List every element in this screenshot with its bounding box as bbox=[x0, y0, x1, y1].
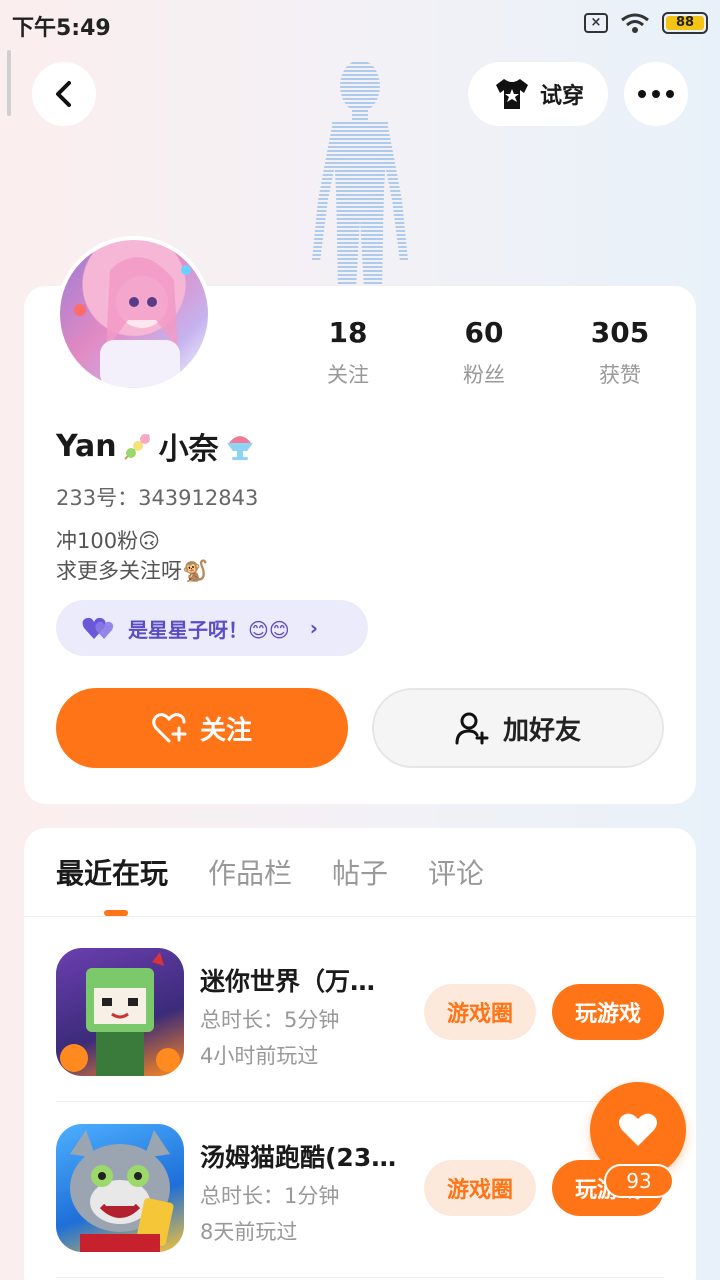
game-row[interactable]: 汤姆猫跑酷(23… 总时长：1分钟 8天前玩过 游戏圈 玩游戏 bbox=[56, 1124, 664, 1254]
candy-skewer-icon bbox=[123, 434, 150, 460]
add-friend-label: 加好友 bbox=[502, 715, 581, 746]
tab-comments[interactable]: 评论 bbox=[428, 852, 484, 892]
avatar[interactable] bbox=[56, 236, 212, 392]
wifi-icon bbox=[621, 13, 649, 33]
more-button[interactable] bbox=[624, 62, 688, 126]
talking-tom-art bbox=[70, 1130, 174, 1252]
stat-followers[interactable]: 60 粉丝 bbox=[416, 316, 552, 389]
stat-value: 60 bbox=[464, 316, 504, 349]
more-icon bbox=[638, 90, 674, 98]
tab-divider bbox=[24, 916, 696, 917]
sim-icon: × bbox=[584, 13, 608, 33]
status-bar: 下午5:49 × 88 bbox=[0, 0, 720, 52]
stat-label: 粉丝 bbox=[463, 363, 505, 387]
stat-likes[interactable]: 305 获赞 bbox=[552, 316, 688, 389]
relationship-pill[interactable]: 是星星子呀！😊😊 › bbox=[56, 600, 368, 656]
play-game-button[interactable]: 玩游戏 bbox=[552, 984, 664, 1040]
bio: 冲100粉🙃 求更多关注呀🐒 bbox=[56, 526, 208, 586]
game-last-played: 8天前玩过 bbox=[200, 1220, 298, 1244]
game-row[interactable]: 迷你世界（万… 总时长：5分钟 4小时前玩过 游戏圈 玩游戏 bbox=[56, 948, 664, 1078]
user-id: 233号：343912843 bbox=[56, 486, 259, 510]
row-divider bbox=[56, 1277, 664, 1278]
tshirt-icon bbox=[495, 79, 528, 109]
row-divider bbox=[56, 1101, 664, 1102]
stat-value: 305 bbox=[590, 316, 650, 349]
status-time: 下午5:49 bbox=[12, 16, 111, 41]
shaved-ice-icon bbox=[226, 436, 253, 460]
like-count-badge: 93 bbox=[604, 1164, 674, 1198]
username-suffix: 小奈 bbox=[158, 432, 219, 467]
chevron-right-icon: › bbox=[309, 616, 318, 640]
tab-works[interactable]: 作品栏 bbox=[208, 852, 292, 892]
relationship-text: 是星星子呀！😊😊 bbox=[128, 617, 290, 642]
stat-value: 18 bbox=[328, 316, 368, 349]
game-title: 汤姆猫跑酷(23… bbox=[200, 1143, 397, 1172]
game-duration: 总时长：5分钟 bbox=[200, 1008, 340, 1032]
username-prefix: Yan bbox=[56, 428, 117, 464]
scroll-indicator bbox=[7, 50, 11, 116]
mini-world-art bbox=[60, 952, 180, 1076]
avatar-hologram bbox=[312, 60, 408, 290]
bio-line: 冲100粉🙃 bbox=[56, 529, 160, 553]
tab-recently-played[interactable]: 最近在玩 bbox=[56, 852, 168, 892]
stat-following[interactable]: 18 关注 bbox=[280, 316, 416, 389]
try-on-button[interactable]: 试穿 bbox=[468, 62, 608, 126]
game-icon[interactable] bbox=[56, 948, 184, 1076]
back-button[interactable] bbox=[32, 62, 96, 126]
battery-icon: 88 bbox=[662, 12, 708, 34]
tab-posts[interactable]: 帖子 bbox=[332, 852, 388, 892]
game-duration: 总时长：1分钟 bbox=[200, 1184, 340, 1208]
avatar-illustration bbox=[74, 257, 191, 388]
try-on-label: 试穿 bbox=[539, 84, 584, 109]
follow-label: 关注 bbox=[199, 715, 252, 746]
game-circle-button[interactable]: 游戏圈 bbox=[424, 984, 536, 1040]
game-last-played: 4小时前玩过 bbox=[200, 1044, 319, 1068]
battery-level: 88 bbox=[666, 16, 704, 30]
add-friend-button[interactable]: 加好友 bbox=[372, 688, 664, 768]
chevron-left-icon bbox=[56, 81, 71, 107]
profile-stats: 18 关注 60 粉丝 305 获赞 bbox=[280, 316, 688, 389]
status-icons: × 88 bbox=[584, 12, 708, 34]
heart-plus-icon bbox=[152, 713, 187, 743]
game-icon[interactable] bbox=[56, 1124, 184, 1252]
stat-label: 关注 bbox=[327, 363, 369, 387]
game-title: 迷你世界（万… bbox=[200, 967, 376, 996]
stat-label: 获赞 bbox=[599, 363, 641, 387]
bio-line: 求更多关注呀🐒 bbox=[56, 559, 209, 583]
follow-button[interactable]: 关注 bbox=[56, 688, 348, 768]
game-circle-button[interactable]: 游戏圈 bbox=[424, 1160, 536, 1216]
username: Yan 小奈 bbox=[56, 424, 257, 468]
double-heart-icon bbox=[82, 617, 114, 639]
add-user-icon bbox=[455, 712, 489, 745]
heart-icon bbox=[619, 1113, 657, 1146]
tab-bar: 最近在玩 作品栏 帖子 评论 bbox=[56, 852, 484, 892]
